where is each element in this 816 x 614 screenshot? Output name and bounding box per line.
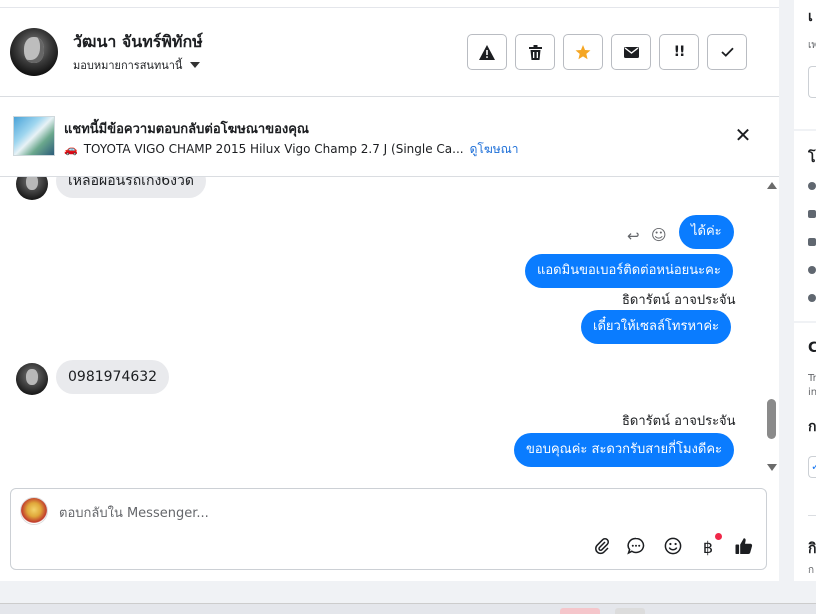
message-outgoing[interactable]: เดี๋ยวให้เซลล์โทรหาค่ะ: [581, 310, 732, 344]
panel-subtext: Tr in: [808, 373, 816, 398]
taskbar-item[interactable]: [615, 608, 645, 614]
message-incoming[interactable]: เหลือผ่อนรถเก่ง6งวด: [56, 177, 206, 198]
warning-icon: [479, 44, 495, 60]
message-outgoing[interactable]: ได้ค่ะ: [679, 215, 734, 249]
checkbox[interactable]: ✓: [808, 456, 816, 478]
reply-input[interactable]: [59, 503, 559, 523]
conversation-pane: วัฒนา จันทร์พิทักษ์ มอบหมายการสนทนานี้ !…: [0, 0, 779, 581]
panel-heading: ก: [808, 419, 816, 435]
chat-bubble-icon[interactable]: [625, 537, 647, 559]
star-icon: [575, 44, 591, 59]
panel-heading: เ: [808, 9, 813, 25]
envelope-icon: [623, 46, 639, 58]
reply-composer: ฿: [10, 488, 767, 570]
top-divider: [0, 0, 779, 8]
taskbar-item[interactable]: [560, 608, 600, 614]
panel-heading: กิ: [808, 541, 816, 557]
contact-name[interactable]: วัฒนา จันทร์พิทักษ์: [73, 30, 203, 55]
follow-up-icon: !!: [673, 44, 686, 60]
browser-bottom-bar: [0, 603, 816, 614]
panel-subtext: เพ: [808, 40, 816, 51]
emoji-icon[interactable]: [662, 537, 684, 559]
message-outgoing[interactable]: ขอบคุณค่ะ สะดวกรับสายกี่โมงดีคะ: [514, 433, 735, 467]
sender-name: ธิดารัตน์ อาจประจัน: [622, 293, 736, 308]
checkmark-icon: [720, 47, 734, 57]
ad-reply-banner: แชทนี้มีข้อความตอบกลับต่อโฆษณาของคุณ 🚗 TO…: [0, 97, 779, 177]
panel-input[interactable]: [808, 66, 816, 98]
mark-done-button[interactable]: [707, 34, 747, 70]
conversation-header: วัฒนา จันทร์พิทักษ์ มอบหมายการสนทนานี้ !…: [0, 8, 779, 97]
ad-info-line: 🚗 TOYOTA VIGO CHAMP 2015 Hilux Vigo Champ…: [64, 140, 519, 159]
scroll-up-arrow-icon[interactable]: [767, 182, 777, 189]
customer-info-panel: เ เพ โ C Tr in ก ✓ กิ ก: [779, 0, 816, 581]
ad-thumbnail[interactable]: [13, 116, 55, 156]
panel-subtext: ก: [808, 565, 815, 576]
sender-name: ธิดารัตน์ อาจประจัน: [622, 414, 736, 429]
scrollbar-thumb[interactable]: [767, 399, 776, 439]
message-outgoing[interactable]: แอดมินขอเบอร์ติดต่อหน่อยนะคะ: [525, 254, 733, 288]
contact-avatar-small[interactable]: [16, 363, 48, 395]
scroll-down-arrow-icon[interactable]: [767, 464, 777, 471]
assign-label: มอบหมายการสนทนานี้: [73, 59, 183, 72]
info-icon: [808, 210, 816, 218]
location-icon: [808, 266, 816, 274]
page-avatar: [20, 497, 48, 525]
car-icon: 🚗: [64, 143, 78, 156]
notification-dot: [715, 533, 722, 540]
info-icon: [808, 182, 816, 190]
baht-icon[interactable]: ฿: [697, 537, 719, 559]
thumbs-up-icon[interactable]: [733, 537, 755, 559]
ad-text: TOYOTA VIGO CHAMP 2015 Hilux Vigo Champ …: [83, 142, 464, 156]
follow-up-button[interactable]: !!: [659, 34, 699, 70]
reply-icon[interactable]: ↩: [627, 227, 640, 245]
close-icon[interactable]: ✕: [734, 125, 752, 145]
panel-divider: [808, 515, 816, 516]
contact-avatar-small[interactable]: [16, 177, 48, 200]
trash-icon: [528, 44, 542, 60]
mark-unread-button[interactable]: [611, 34, 651, 70]
location-icon: [808, 294, 816, 302]
emoji-react-icon[interactable]: ☺: [651, 226, 667, 244]
paperclip-icon[interactable]: [591, 537, 613, 559]
caret-down-icon: [190, 62, 201, 68]
contact-avatar[interactable]: [10, 28, 58, 76]
panel-heading: โ: [808, 150, 816, 166]
star-button[interactable]: [563, 34, 603, 70]
assign-conversation-dropdown[interactable]: มอบหมายการสนทนานี้: [73, 56, 201, 74]
view-ad-link[interactable]: ดูโฆษณา: [470, 142, 519, 156]
panel-heading: C: [808, 340, 816, 356]
ad-banner-title: แชทนี้มีข้อความตอบกลับต่อโฆษณาของคุณ: [64, 122, 309, 137]
info-icon: [808, 238, 816, 246]
mark-spam-button[interactable]: [467, 34, 507, 70]
delete-button[interactable]: [515, 34, 555, 70]
message-incoming[interactable]: 0981974632: [56, 360, 170, 394]
message-thread[interactable]: เหลือผ่อนรถเก่ง6งวด ↩ ☺ ได้ค่ะ แอดมินขอเ…: [0, 177, 779, 481]
